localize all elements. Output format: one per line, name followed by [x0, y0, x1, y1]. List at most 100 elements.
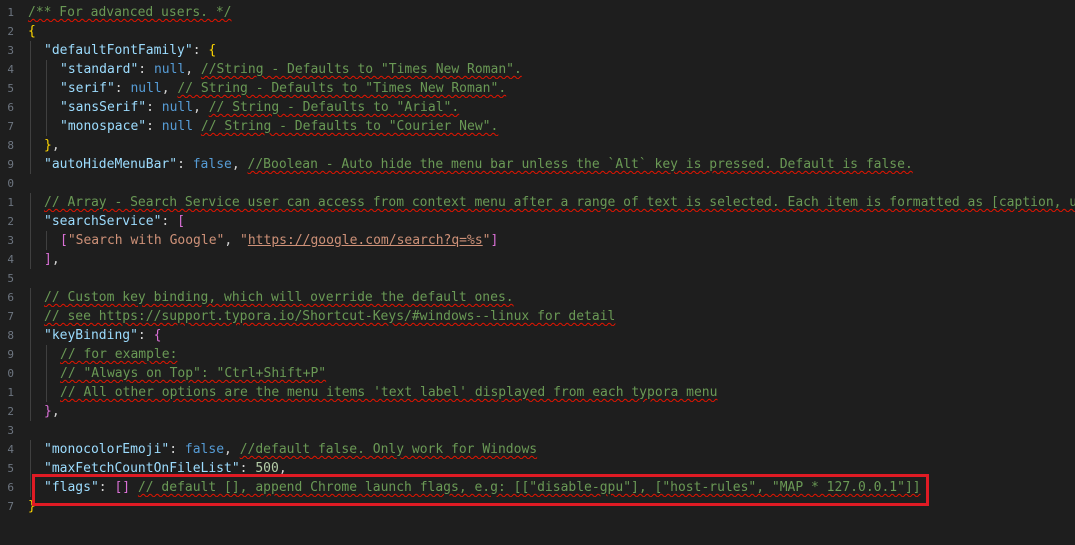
line-number: 9: [7, 158, 14, 171]
token-key: "autoHideMenuBar": [44, 157, 178, 172]
token-punc: :: [161, 214, 178, 229]
line-number: 7: [7, 500, 14, 513]
token-brace: }: [44, 138, 52, 153]
code-line[interactable]: // for example:: [28, 345, 1075, 364]
code-line[interactable]: "monocolorEmoji": false, //default false…: [28, 440, 1075, 459]
code-line[interactable]: "standard": null, //String - Defaults to…: [28, 60, 1075, 79]
code-line[interactable]: "serif": null, // String - Defaults to "…: [28, 79, 1075, 98]
code-line[interactable]: "defaultFontFamily": {: [28, 41, 1075, 60]
indent-guide: [30, 136, 31, 155]
token-link[interactable]: https://google.com/search?q=%s: [248, 233, 483, 248]
line-number: 4: [7, 253, 14, 266]
line-number: 0: [7, 367, 14, 380]
code-line[interactable]: "monospace": null // String - Defaults t…: [28, 117, 1075, 136]
line-number-gutter: 1 2 3 4 5 6 7 8 9 0 1 2 3 4 5 6 7 8 9 0 1 2 3 4 5 6 7: [0, 3, 16, 516]
code-line[interactable]: ["Search with Google", "https://google.c…: [28, 231, 1075, 250]
indent-guide: [30, 364, 31, 383]
code-line[interactable]: "searchService": [: [28, 212, 1075, 231]
token-key: "defaultFontFamily": [44, 43, 193, 58]
code-line[interactable]: "sansSerif": null, // String - Defaults …: [28, 98, 1075, 117]
token-comment: /** For advanced users. */: [28, 5, 232, 20]
indent-guide: [30, 98, 31, 117]
line-number: 4: [7, 443, 14, 456]
token-key: "monocolorEmoji": [44, 442, 170, 457]
code-line[interactable]: },: [28, 136, 1075, 155]
token-bracket: {: [153, 328, 162, 343]
code-line[interactable]: // Array - Search Service user can acces…: [28, 193, 1075, 212]
indent-guide: [30, 60, 31, 79]
line-number: 5: [7, 272, 14, 285]
code-line[interactable]: {: [28, 22, 1075, 41]
indent-guide: [30, 326, 31, 345]
line-number: 8: [7, 139, 14, 152]
indent-guide: [30, 478, 31, 497]
token-punc: ,: [231, 157, 248, 172]
token-comment: // String - Defaults to "Courier New".: [200, 119, 499, 134]
indent-guide: [46, 60, 47, 79]
token-bracket: []: [114, 480, 131, 495]
token-kw: false: [192, 157, 232, 172]
indent-guide: [30, 307, 31, 326]
line-number: 3: [7, 424, 14, 437]
code-line[interactable]: ],: [28, 250, 1075, 269]
code-line[interactable]: }: [28, 497, 1075, 516]
token-comment: // for example:: [60, 347, 178, 362]
code-line[interactable]: "keyBinding": {: [28, 326, 1075, 345]
token-kw: null: [130, 81, 162, 96]
token-kw: null: [161, 119, 194, 134]
token-brace: {: [208, 43, 217, 58]
code-line[interactable]: "maxFetchCountOnFileList": 500,: [28, 459, 1075, 478]
token-punc: [193, 119, 201, 134]
indent-guide: [30, 383, 31, 402]
code-line[interactable]: /** For advanced users. */: [28, 3, 1075, 22]
token-punc: ,: [185, 62, 201, 77]
line-number: 1: [7, 196, 14, 209]
indent-guide: [30, 79, 31, 98]
token-bracket: [: [177, 214, 185, 229]
indent-guide: [30, 345, 31, 364]
code-line[interactable]: "flags": [] // default [], append Chrome…: [28, 478, 1075, 497]
code-line[interactable]: [28, 269, 1075, 288]
code-line[interactable]: // Custom key binding, which will overri…: [28, 288, 1075, 307]
line-number: 3: [7, 44, 14, 57]
token-key: "keyBinding": [44, 328, 138, 343]
code-editor[interactable]: 1 2 3 4 5 6 7 8 9 0 1 2 3 4 5 6 7 8 9 0 1 2 3 4 5 6 7 /** For adva…: [0, 0, 1075, 545]
token-comment: // All other options are the menu items …: [60, 385, 718, 400]
code-area[interactable]: /** For advanced users. */{"defaultFontF…: [28, 3, 1075, 516]
code-line[interactable]: "autoHideMenuBar": false, //Boolean - Au…: [28, 155, 1075, 174]
line-number: 4: [7, 63, 14, 76]
indent-guide: [46, 117, 47, 136]
line-number: 6: [7, 481, 14, 494]
code-line[interactable]: // All other options are the menu items …: [28, 383, 1075, 402]
token-punc: ,: [51, 252, 60, 267]
token-comment: // String - Defaults to "Arial".: [208, 100, 460, 115]
code-line[interactable]: // see https://support.typora.io/Shortcu…: [28, 307, 1075, 326]
token-bracket: }: [44, 404, 52, 419]
token-comment: //default false. Only work for Windows: [239, 442, 538, 457]
token-comment: // "Always on Top": "Ctrl+Shift+P": [60, 366, 327, 381]
line-number: 3: [7, 234, 14, 247]
token-key: "monospace": [60, 119, 147, 134]
line-number: 9: [7, 348, 14, 361]
token-key: "standard": [60, 62, 139, 77]
indent-guide: [30, 459, 31, 478]
indent-guide: [30, 212, 31, 231]
token-str: "Search with Google": [67, 233, 225, 248]
token-punc: :: [177, 157, 193, 172]
token-punc: ,: [278, 461, 287, 476]
token-comment: // Custom key binding, which will overri…: [44, 290, 514, 305]
code-line[interactable]: [28, 174, 1075, 193]
code-line[interactable]: // "Always on Top": "Ctrl+Shift+P": [28, 364, 1075, 383]
token-bracket: ]: [44, 252, 52, 267]
token-comment: //Boolean - Auto hide the menu bar unles…: [247, 157, 913, 172]
token-num: 500: [255, 461, 279, 476]
indent-guide: [46, 383, 47, 402]
indent-guide: [46, 79, 47, 98]
token-punc: :: [192, 43, 209, 58]
code-line[interactable]: [28, 421, 1075, 440]
line-number: 6: [7, 291, 14, 304]
token-brace: {: [28, 24, 36, 39]
token-punc: ,: [193, 100, 209, 115]
code-line[interactable]: },: [28, 402, 1075, 421]
line-number: 0: [7, 177, 14, 190]
